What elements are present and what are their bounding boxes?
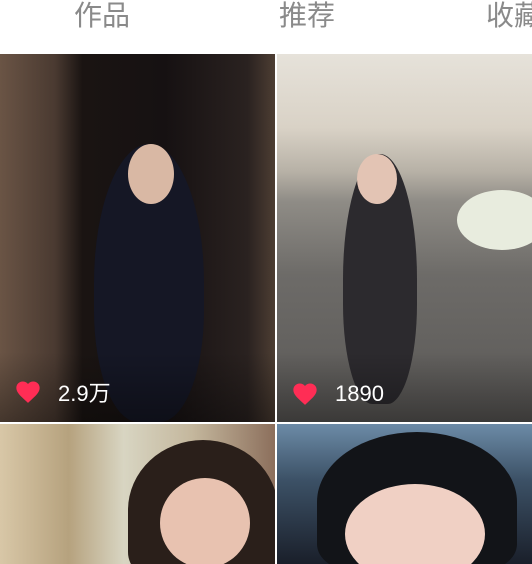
tab-works[interactable]: 作品: [74, 0, 130, 32]
tab-favorites[interactable]: 收藏: [486, 0, 532, 32]
video-thumbnail[interactable]: 1890: [277, 54, 532, 422]
video-thumbnail[interactable]: [0, 424, 275, 564]
heart-icon: [16, 381, 40, 403]
like-count-text: 2.9万: [58, 381, 111, 406]
like-count: 2.9万: [14, 376, 111, 408]
face-shape: [128, 144, 174, 204]
tab-recommend[interactable]: 推荐: [279, 0, 335, 32]
video-grid: 2.9万 1890: [0, 54, 532, 564]
video-thumbnail[interactable]: [277, 424, 532, 564]
face-shape: [160, 478, 250, 564]
profile-tab-bar: 作品 推荐 收藏: [0, 0, 532, 52]
heart-icon: [293, 383, 317, 405]
face-shape: [357, 154, 397, 204]
video-thumbnail[interactable]: 2.9万: [0, 54, 275, 422]
like-count: 1890: [291, 380, 384, 408]
plate-shape: [457, 190, 532, 250]
like-count-text: 1890: [335, 381, 384, 406]
